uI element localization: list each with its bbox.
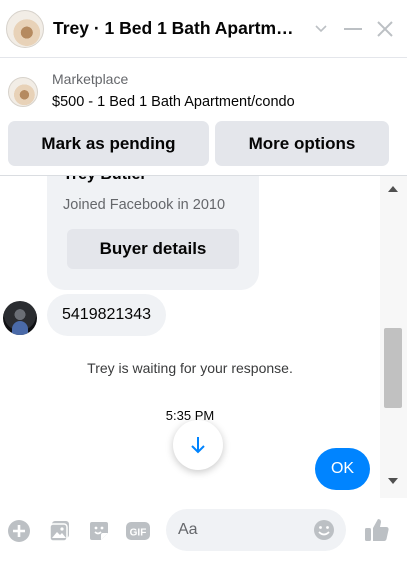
buyer-profile-card: Trey Butler Joined Facebook in 2010 Buye… [47,176,259,290]
buyer-name: Trey Butler [63,176,147,184]
listing-thumbnail [8,76,38,107]
message-thread[interactable]: Trey Butler Joined Facebook in 2010 Buye… [0,176,380,498]
marketplace-label: Marketplace [52,71,129,87]
minimize-icon[interactable] [339,15,367,43]
marketplace-panel: Marketplace $500 - 1 Bed 1 Bath Apartmen… [0,58,407,176]
incoming-message-bubble[interactable]: 5419821343 [47,294,166,336]
header-controls [307,15,399,43]
chat-header: Trey · 1 Bed 1 Bath Apartm… [0,0,407,58]
close-icon[interactable] [371,15,399,43]
listing-avatar[interactable] [6,9,44,48]
scroll-up-arrow[interactable] [388,186,398,192]
chevron-down-icon[interactable] [307,15,335,43]
marketplace-actions: Mark as pending More options [8,121,389,166]
gif-icon[interactable]: GIF [125,518,151,544]
outgoing-message-bubble[interactable]: OK [315,448,370,490]
chat-title[interactable]: Trey · 1 Bed 1 Bath Apartm… [53,18,299,39]
scroll-to-bottom-button[interactable] [173,420,223,470]
listing-row[interactable]: Marketplace $500 - 1 Bed 1 Bath Apartmen… [8,70,295,113]
sender-avatar[interactable] [3,301,37,335]
buyer-details-button[interactable]: Buyer details [67,229,239,269]
listing-description: $500 - 1 Bed 1 Bath Apartment/condo [52,94,295,110]
thread-scrollbar[interactable] [380,176,407,498]
waiting-notice: Trey is waiting for your response. [87,360,293,376]
sticker-icon[interactable] [86,518,112,544]
buyer-joined-text: Joined Facebook in 2010 [63,197,226,213]
arrow-down-icon [191,437,205,454]
mark-as-pending-button[interactable]: Mark as pending [8,121,209,166]
scrollbar-thumb[interactable] [384,328,402,408]
emoji-icon[interactable] [313,519,335,541]
photo-icon[interactable] [47,518,73,544]
plus-icon[interactable] [6,518,32,544]
listing-text: Marketplace $500 - 1 Bed 1 Bath Apartmen… [52,70,295,113]
like-icon[interactable] [363,516,391,544]
svg-text:GIF: GIF [130,528,147,539]
more-options-button[interactable]: More options [215,121,389,166]
scroll-down-arrow[interactable] [388,478,398,484]
message-composer: GIF [0,498,407,563]
